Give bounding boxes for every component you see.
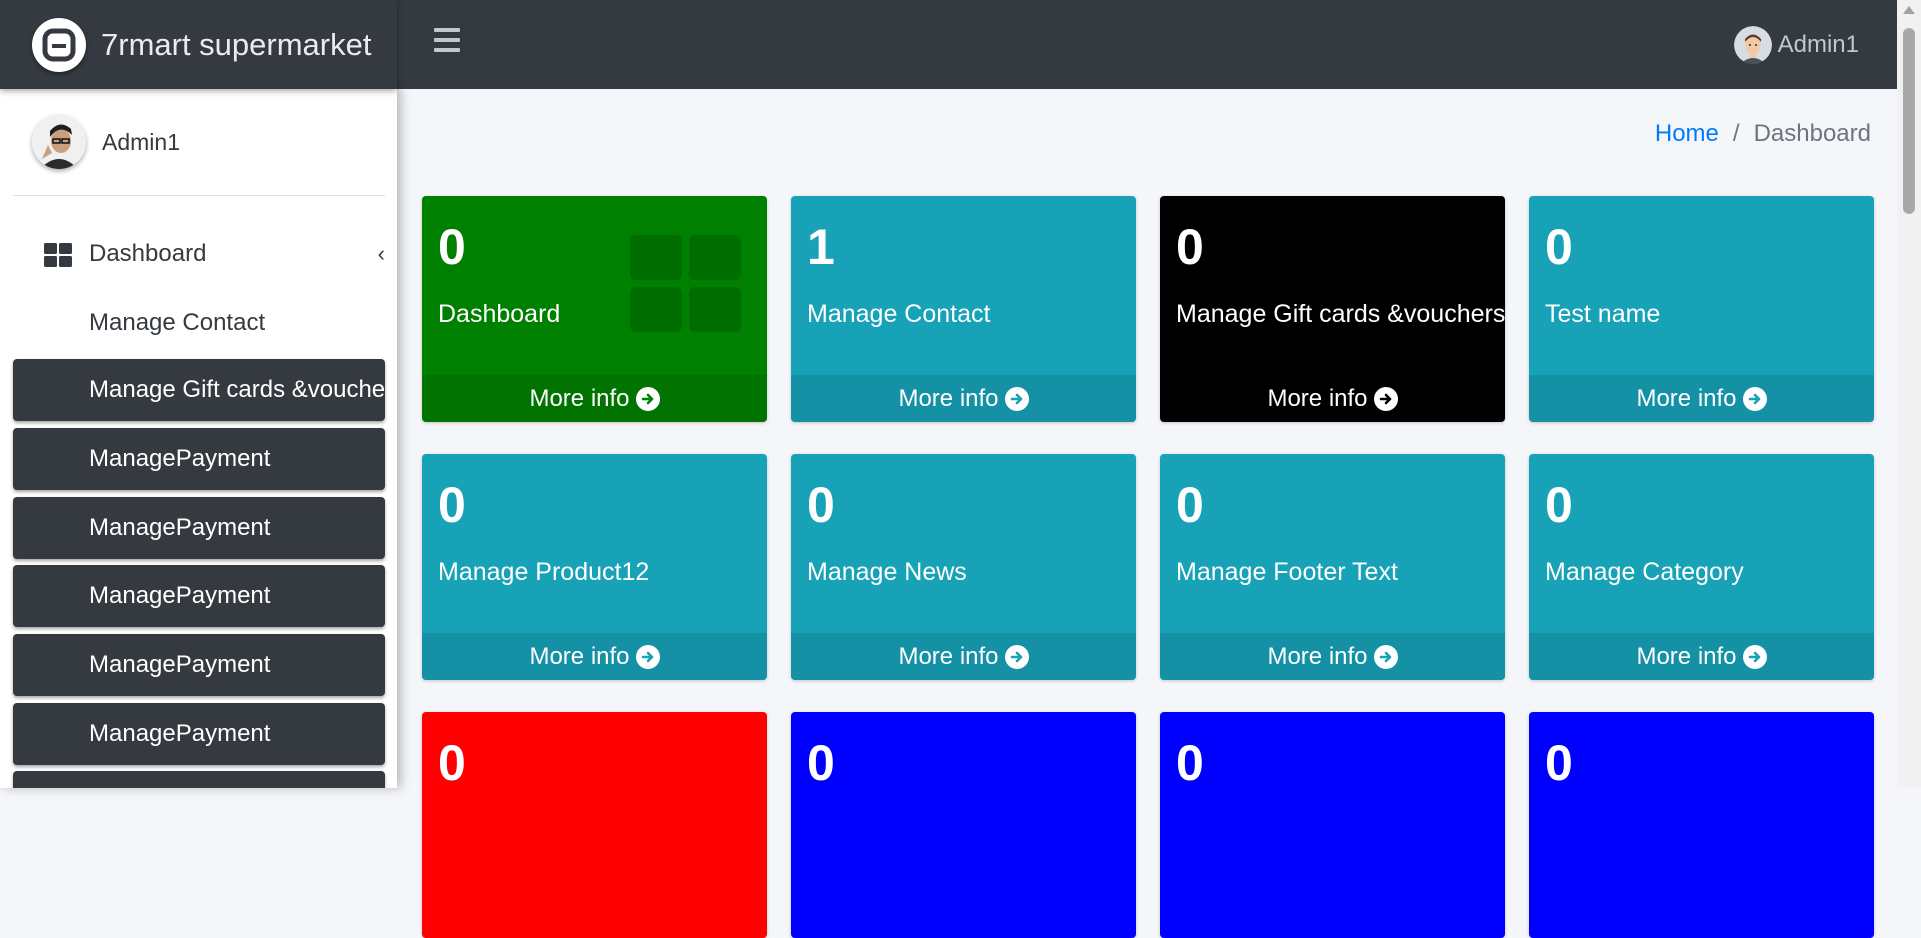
chevron-left-icon: ‹ xyxy=(377,241,385,266)
card-test-name: 0 Test name More info xyxy=(1529,196,1874,422)
avatar xyxy=(32,115,86,169)
card-manage-news: 0 Manage News More info xyxy=(791,454,1136,680)
card-title: Manage Contact xyxy=(807,300,991,328)
card-manage-product: 0 Manage Product12 More info xyxy=(422,454,767,680)
more-info-label: More info xyxy=(1636,642,1737,670)
card-count: 0 xyxy=(1545,219,1573,275)
breadcrumb-current: Dashboard xyxy=(1753,120,1871,147)
card-count: 0 xyxy=(807,735,835,791)
arrow-circle-right-icon xyxy=(635,644,660,669)
navbar-user-menu[interactable]: Admin1 xyxy=(1733,26,1859,64)
more-info-label: More info xyxy=(898,642,999,670)
sidebar-item-label: Dashboard xyxy=(89,240,207,267)
sidebar-item-label: Manage Gift cards &vouchers xyxy=(89,376,385,403)
scrollbar-thumb[interactable] xyxy=(1903,28,1915,214)
arrow-circle-right-icon xyxy=(1004,386,1029,411)
more-info-link[interactable]: More info xyxy=(1160,375,1505,422)
sidebar-item-manage-payment[interactable]: ManagePayment xyxy=(13,497,385,559)
card-title: Manage Product12 xyxy=(438,558,650,586)
letter-a-logo-icon xyxy=(32,17,86,72)
more-info-label: More info xyxy=(1267,384,1368,412)
more-info-label: More info xyxy=(1267,642,1368,670)
arrow-circle-right-icon xyxy=(1373,386,1398,411)
card-count: 0 xyxy=(1176,219,1204,275)
card-partial: 0 xyxy=(791,712,1136,938)
sidebar-item-manage-payment[interactable]: ManagePayment xyxy=(13,703,385,765)
arrow-circle-right-icon xyxy=(1373,644,1398,669)
more-info-label: More info xyxy=(898,384,999,412)
breadcrumb-separator: / xyxy=(1732,120,1740,147)
card-title: Test name xyxy=(1545,300,1661,328)
card-title: Manage Footer Text xyxy=(1176,558,1398,586)
sidebar-item-label: ManagePayment xyxy=(89,445,271,472)
card-partial: 0 xyxy=(1529,712,1874,938)
card-dashboard: 0 Dashboard More info xyxy=(422,196,767,422)
card-title: Manage Category xyxy=(1545,558,1744,586)
grid-icon xyxy=(630,235,743,338)
sidebar-user-panel[interactable]: Admin1 xyxy=(13,89,385,196)
more-info-label: More info xyxy=(529,642,630,670)
more-info-link[interactable]: More info xyxy=(422,633,767,680)
breadcrumb-home-link[interactable]: Home xyxy=(1655,120,1719,148)
sidebar-item-label: ManagePayment xyxy=(89,720,271,747)
sidebar-item-label: Manage Contact xyxy=(89,309,266,336)
sidebar-item-manage-payment[interactable]: ManagePayment xyxy=(13,565,385,627)
more-info-link[interactable]: More info xyxy=(1529,375,1874,422)
card-count: 0 xyxy=(1545,477,1573,533)
more-info-link[interactable]: More info xyxy=(791,633,1136,680)
more-info-link[interactable]: More info xyxy=(791,375,1136,422)
sidebar-item-manage-gift-cards[interactable]: Manage Gift cards &vouchers xyxy=(13,359,385,421)
more-info-link[interactable]: More info xyxy=(422,375,767,422)
more-info-link[interactable]: More info xyxy=(1160,633,1505,680)
card-manage-footer-text: 0 Manage Footer Text More info xyxy=(1160,454,1505,680)
navbar-avatar xyxy=(1733,26,1772,64)
arrow-circle-right-icon xyxy=(1742,644,1767,669)
arrow-circle-right-icon xyxy=(635,386,660,411)
more-info-link[interactable]: More info xyxy=(1529,633,1874,680)
sidebar-item-manage-payment[interactable]: ManagePayment xyxy=(13,634,385,696)
card-title: Manage News xyxy=(807,558,967,586)
card-count: 0 xyxy=(807,477,835,533)
sidebar-item-label: ManagePayment xyxy=(89,651,271,678)
hamburger-menu-icon[interactable] xyxy=(434,28,460,52)
card-partial: 0 xyxy=(422,712,767,938)
card-count: 0 xyxy=(438,477,466,533)
more-info-label: More info xyxy=(529,384,630,412)
sidebar-item-label: ManagePayment xyxy=(89,514,271,541)
arrow-circle-right-icon xyxy=(1004,644,1029,669)
sidebar-user-name: Admin1 xyxy=(102,128,180,155)
breadcrumb: Home / Dashboard xyxy=(1655,120,1871,148)
card-manage-gift-cards: 0 Manage Gift cards &vouchers More info xyxy=(1160,196,1505,422)
arrow-circle-right-icon xyxy=(1742,386,1767,411)
card-partial: 0 xyxy=(1160,712,1505,938)
card-title: Dashboard xyxy=(438,300,561,328)
sidebar-item-manage-payment[interactable]: ManagePayment xyxy=(13,428,385,490)
card-count: 0 xyxy=(1545,735,1573,791)
sidebar-item-dashboard[interactable]: Dashboard ‹ xyxy=(13,223,385,285)
more-info-label: More info xyxy=(1636,384,1737,412)
sidebar-item-partial[interactable] xyxy=(13,771,385,788)
card-title: Manage Gift cards &vouchers xyxy=(1176,300,1505,328)
brand-link[interactable]: 7rmart supermarket xyxy=(0,0,397,89)
card-count: 0 xyxy=(1176,735,1204,791)
brand-text: 7rmart supermarket xyxy=(101,26,372,62)
card-manage-category: 0 Manage Category More info xyxy=(1529,454,1874,680)
sidebar: Admin1 Dashboard ‹ Manage Contact Manage… xyxy=(0,89,397,788)
page-scrollbar[interactable] xyxy=(1897,0,1921,788)
card-count: 0 xyxy=(1176,477,1204,533)
sidebar-item-manage-contact[interactable]: Manage Contact xyxy=(13,292,385,354)
grid-icon xyxy=(44,243,72,274)
navbar-user-name: Admin1 xyxy=(1777,31,1859,58)
sidebar-item-label: ManagePayment xyxy=(89,582,271,609)
card-count: 1 xyxy=(807,219,835,275)
card-count: 0 xyxy=(438,219,466,275)
card-manage-contact: 1 Manage Contact More info xyxy=(791,196,1136,422)
scroll-up-arrow-icon[interactable] xyxy=(1903,6,1915,14)
card-count: 0 xyxy=(438,735,466,791)
